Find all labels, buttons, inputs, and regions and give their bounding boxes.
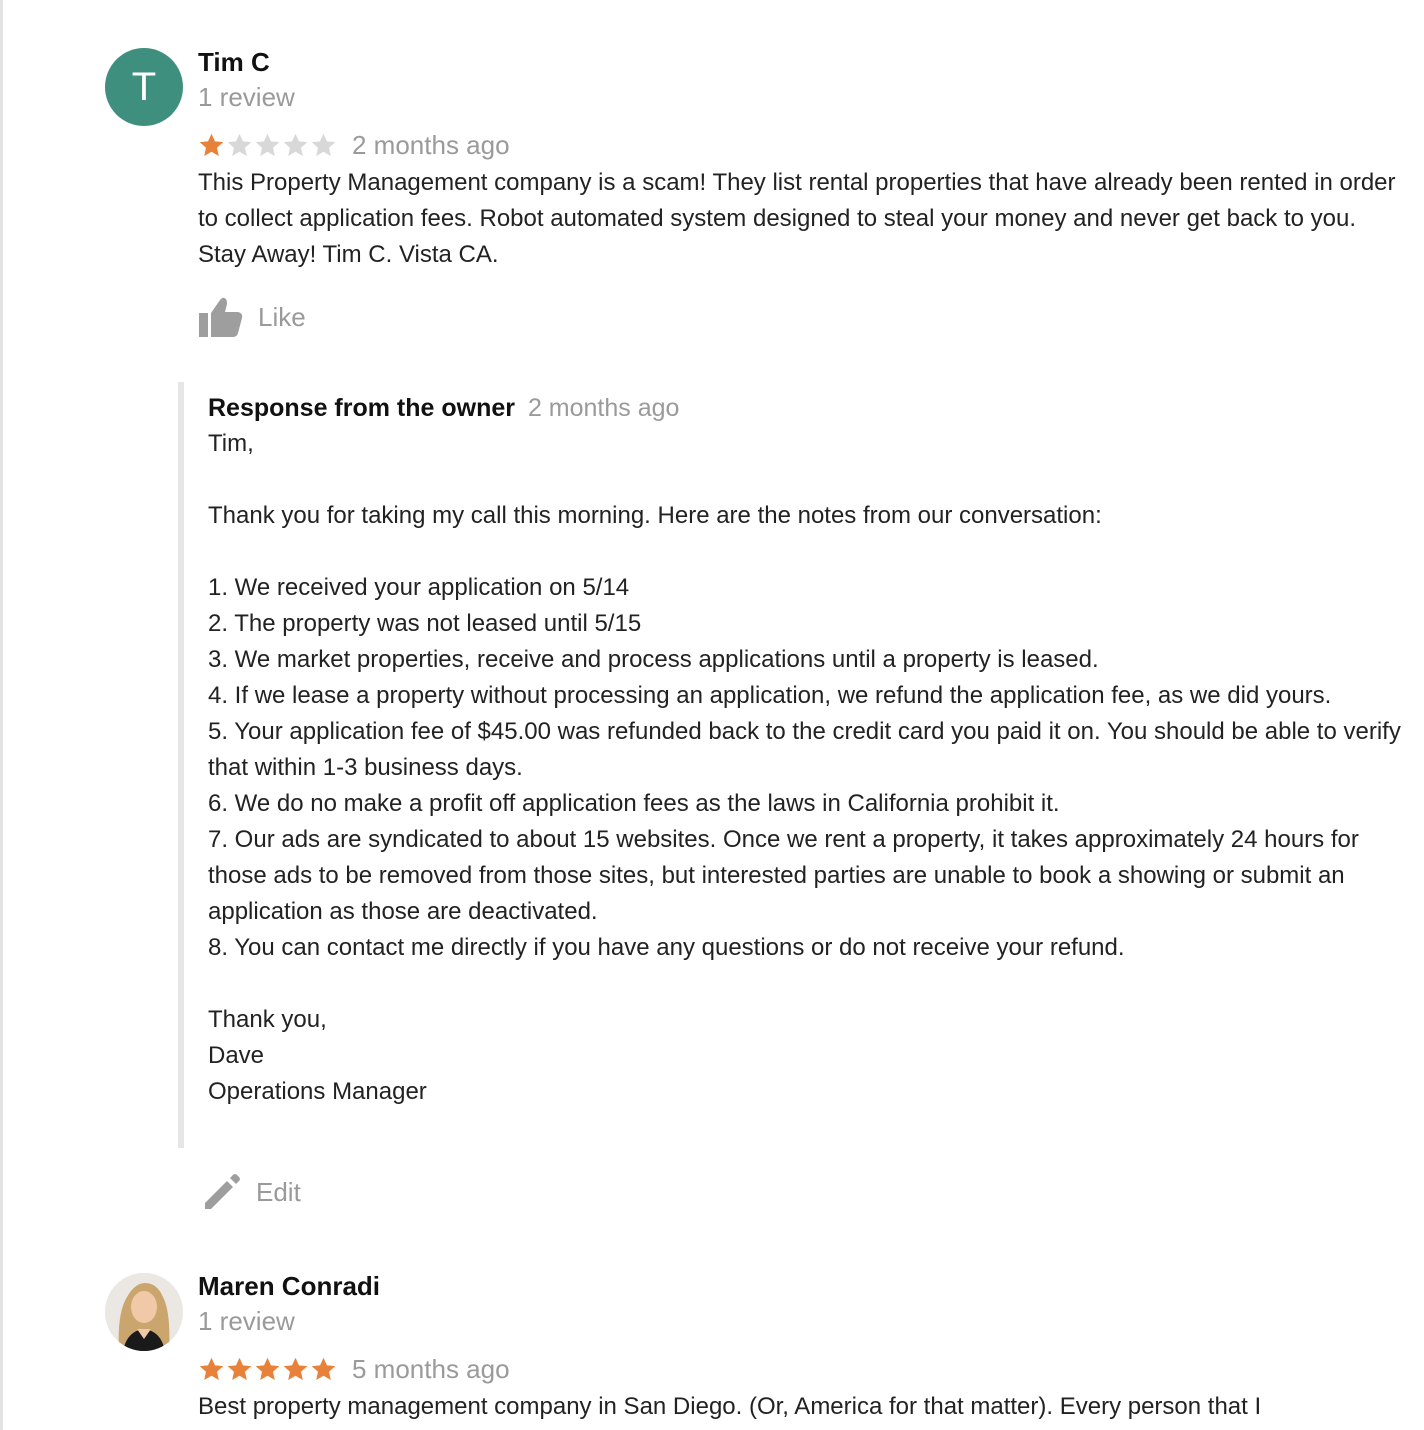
review-count: 1 review: [198, 1306, 295, 1336]
reviewer-name[interactable]: Tim C: [198, 47, 270, 78]
star-empty-icon: [283, 133, 308, 156]
star-empty-icon: [311, 133, 336, 156]
page-left-border: [0, 0, 3, 1430]
review-time: 5 months ago: [352, 1353, 510, 1384]
star-rating: [198, 132, 338, 159]
edit-label: Edit: [256, 1176, 301, 1207]
review-count: 1 review: [198, 82, 295, 112]
profile-photo: [105, 1273, 183, 1351]
like-label: Like: [258, 301, 306, 332]
review-time: 2 months ago: [352, 129, 510, 160]
owner-response-title: Response from the owner: [208, 394, 515, 422]
reviewer-name[interactable]: Maren Conradi: [198, 1271, 380, 1302]
review-text: Best property management company in San …: [198, 1393, 1262, 1420]
star-empty-icon: [227, 133, 252, 156]
star-filled-icon: [255, 1357, 280, 1380]
star-filled-icon: [311, 1357, 336, 1380]
owner-response-text: Tim, Thank you for taking my call this m…: [208, 430, 1401, 1105]
review-text: This Property Management company is a sc…: [198, 169, 1396, 268]
star-filled-icon: [199, 1357, 224, 1380]
rating-row: 2 months ago: [198, 128, 510, 162]
pencil-icon: [202, 1172, 242, 1212]
avatar[interactable]: T: [105, 48, 183, 126]
star-filled-icon: [283, 1357, 308, 1380]
star-filled-icon: [199, 133, 224, 156]
star-empty-icon: [255, 133, 280, 156]
owner-response-time: 2 months ago: [527, 394, 680, 422]
star-rating: [198, 1356, 338, 1383]
like-button[interactable]: Like: [198, 296, 306, 338]
rating-row: 5 months ago: [198, 1352, 510, 1386]
avatar[interactable]: [105, 1273, 183, 1351]
star-filled-icon: [227, 1357, 252, 1380]
owner-response-header: Response from the owner 2 months ago: [208, 394, 679, 423]
thumbs-up-icon: [198, 296, 244, 338]
owner-response: Response from the owner 2 months ago Tim…: [178, 382, 1414, 1148]
edit-response-button[interactable]: Edit: [202, 1172, 301, 1212]
